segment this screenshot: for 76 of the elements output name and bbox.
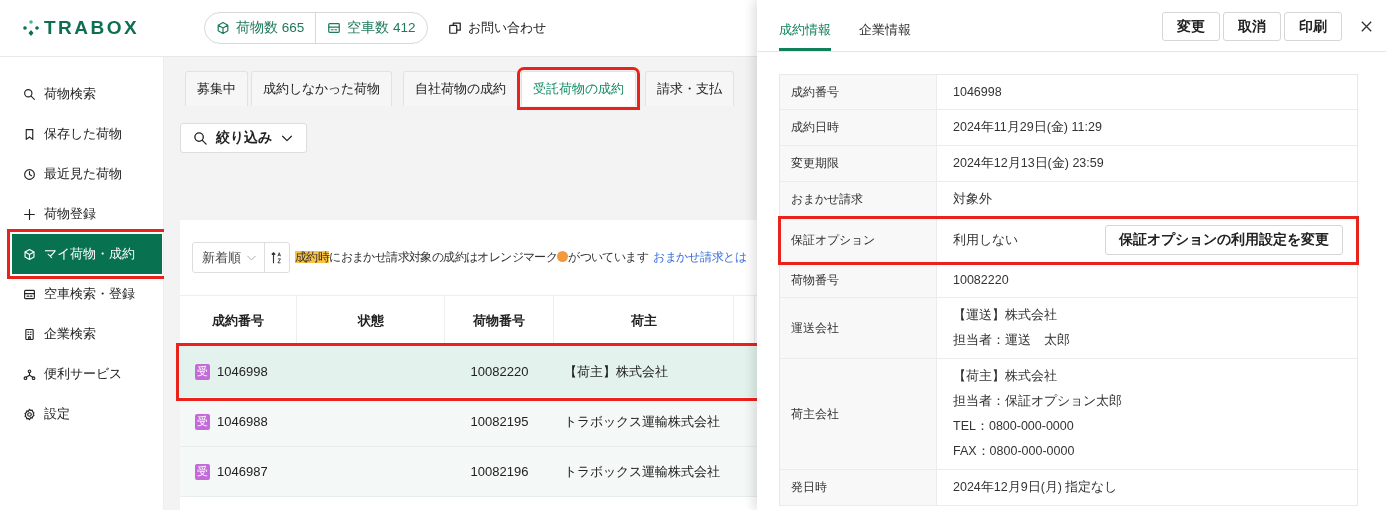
- filter-button[interactable]: 絞り込み: [180, 123, 307, 153]
- help-link[interactable]: おまかせ請求とは: [653, 250, 747, 265]
- settings-icon: [23, 407, 36, 421]
- plus-icon: [23, 207, 36, 221]
- action-button[interactable]: 変更: [1162, 12, 1220, 41]
- sidebar-item[interactable]: 荷物検索: [12, 74, 162, 114]
- copy-icon: [447, 21, 462, 35]
- field-value: 【荷主】株式会社: [953, 368, 1058, 385]
- sort-icon: [270, 250, 284, 265]
- badge: 受: [195, 363, 210, 380]
- change-setting-button[interactable]: 保証オプションの利用設定を変更: [1105, 225, 1343, 255]
- logo-icon: [22, 19, 40, 37]
- panel-icon: [327, 21, 342, 35]
- sidebar-item[interactable]: 保存した荷物: [12, 114, 162, 154]
- table-cell-text: 受 1046987: [194, 462, 269, 482]
- count-label[interactable]: 荷物数 665: [205, 13, 316, 43]
- field-value: 【運送】株式会社: [953, 307, 1058, 324]
- tab[interactable]: 請求・支払: [645, 71, 734, 106]
- badge: 受: [195, 413, 210, 430]
- sidebar-item[interactable]: 設定: [12, 394, 162, 434]
- field-value: 担当者：保証オプション太郎: [953, 393, 1122, 410]
- table-cell-text: 受 1046998: [194, 362, 269, 382]
- table-cell-text: 【荷主】株式会社: [563, 362, 669, 381]
- field-label: 成約番号: [780, 75, 937, 109]
- table-row[interactable]: 受 1046988 10082195 トラボックス運輸株式会社: [180, 397, 757, 447]
- cube-icon: [216, 21, 230, 35]
- field-value: 10082220: [953, 273, 1009, 287]
- bookmark-icon: [23, 127, 36, 141]
- count-label[interactable]: 空車数 412: [315, 13, 427, 43]
- field-value: 2024年11月29日(金) 11:29: [953, 119, 1102, 136]
- field-value: 1046998: [953, 85, 1002, 99]
- field-label: 発日時: [780, 470, 937, 505]
- action-button[interactable]: 取消: [1223, 12, 1281, 41]
- field-label: 成約日時: [780, 110, 937, 145]
- panel-icon: [23, 287, 36, 301]
- table-cell-text: 10082220: [469, 363, 530, 381]
- tab[interactable]: 自社荷物の成約: [403, 71, 518, 106]
- building-icon: [23, 327, 36, 341]
- field-label: 荷主会社: [780, 359, 937, 469]
- field-label: 運送会社: [780, 298, 937, 358]
- field-value: 利用しない: [953, 231, 1018, 249]
- field-value: 対象外: [953, 191, 992, 208]
- contact-link[interactable]: お問い合わせ: [447, 19, 546, 37]
- search-icon: [23, 87, 36, 101]
- table-cell-text: 10082196: [469, 463, 530, 481]
- tab[interactable]: 成約しなかった荷物: [251, 71, 392, 106]
- badge: 受: [195, 463, 210, 480]
- field-value: 担当者：運送 太郎: [953, 332, 1070, 349]
- tab[interactable]: 企業情報: [859, 0, 911, 51]
- field-label: おまかせ請求: [780, 182, 937, 217]
- field-value: 2024年12月13日(金) 23:59: [953, 155, 1104, 172]
- table-row[interactable]: 受 1046987 10082196 トラボックス運輸株式会社: [180, 447, 757, 497]
- table-cell-text: 10082195: [469, 413, 530, 431]
- field-label: 変更期限: [780, 146, 937, 181]
- field-value: 2024年12月9日(月) 指定なし: [953, 479, 1118, 496]
- field-label: 保証オプション: [780, 218, 937, 262]
- sidebar-item[interactable]: 便利サービス: [12, 354, 162, 394]
- nodes-icon: [23, 367, 36, 381]
- sidebar-item[interactable]: 荷物登録: [12, 194, 162, 234]
- clock-icon: [23, 167, 36, 181]
- tab[interactable]: 募集中: [185, 71, 248, 106]
- search-icon: [193, 130, 208, 146]
- field-value: FAX：0800-000-0000: [953, 443, 1076, 460]
- field-value: TEL：0800-000-0000: [953, 418, 1075, 435]
- tab[interactable]: 成約情報: [779, 0, 831, 51]
- action-button[interactable]: 印刷: [1284, 12, 1342, 41]
- logo-text: TRABOX: [44, 17, 140, 39]
- sidebar-item[interactable]: 空車検索・登録: [12, 274, 162, 314]
- sidebar-item[interactable]: 最近見た荷物: [12, 154, 162, 194]
- table-cell-text: トラボックス運輸株式会社: [563, 412, 721, 431]
- cube-icon: [23, 247, 36, 261]
- table-cell-text: トラボックス運輸株式会社: [563, 462, 721, 481]
- table-cell-text: 受 1046988: [194, 412, 269, 432]
- close-icon[interactable]: [1359, 19, 1374, 34]
- field-label: 荷物番号: [780, 263, 937, 297]
- sidebar-item[interactable]: 企業検索: [12, 314, 162, 354]
